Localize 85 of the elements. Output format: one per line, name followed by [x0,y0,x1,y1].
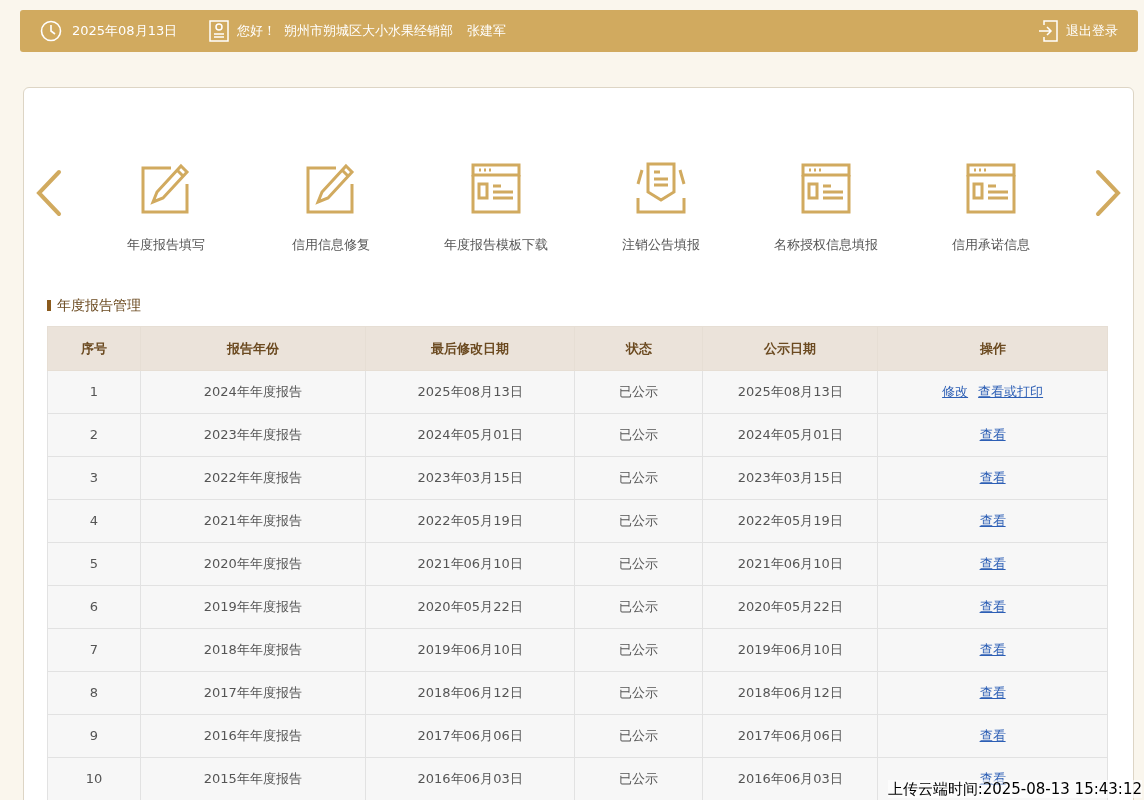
table-cell: 2024年05月01日 [702,413,878,457]
table-cell: 2023年年度报告 [140,413,366,457]
table-cell: 2023年03月15日 [702,456,878,500]
table-cell: 已公示 [575,714,703,758]
shortcut-link[interactable]: 年度报告模板下载 [444,236,549,255]
table-cell: 已公示 [575,413,703,457]
table-cell: 4 [47,499,141,543]
table-cell: 2024年05月01日 [365,413,575,457]
shortcut-link[interactable]: 年度报告填写 [127,236,206,255]
table-cell: 2022年05月19日 [702,499,878,543]
table-cell: 1 [47,370,141,414]
table-cell: 2019年年度报告 [140,585,366,629]
column-header: 状态 [575,326,703,371]
document-window-icon [965,162,1016,214]
column-header: 报告年份 [140,326,366,371]
action-link[interactable]: 查看 [979,556,1006,571]
table-cell: 已公示 [575,499,703,543]
logout-icon [1038,20,1058,42]
table-cell: 10 [47,757,141,800]
table-cell: 2020年05月22日 [702,585,878,629]
table-cell: 已公示 [575,585,703,629]
inbox-tray-icon [635,162,686,214]
column-header: 操作 [877,326,1108,371]
table-cell: 2017年06月06日 [702,714,878,758]
shortcut-link[interactable]: 信用承诺信息 [951,236,1030,255]
previous-arrow-button[interactable] [34,168,64,218]
table-cell: 2024年年度报告 [140,370,366,414]
id-card-icon [209,20,230,42]
table-cell: 5 [47,542,141,586]
table-cell: 2022年年度报告 [140,456,366,500]
date-text: 2025年08月13日 [72,22,178,41]
table-cell: 2019年06月10日 [702,628,878,672]
action-link[interactable]: 查看 [979,427,1006,442]
document-window-icon [800,162,851,214]
shortcut-link[interactable]: 注销公告填报 [621,236,700,255]
table-cell: 2023年03月15日 [365,456,575,500]
table-cell: 9 [47,714,141,758]
column-header: 公示日期 [702,326,878,371]
section-title: 年度报告管理 [57,295,141,315]
clock-icon [40,20,62,42]
table-cell: 7 [47,628,141,672]
company-name: 朔州市朔城区大小水果经销部 [284,22,454,41]
action-link[interactable]: 查看 [979,728,1006,743]
table-cell: 2025年08月13日 [702,370,878,414]
table-cell: 8 [47,671,141,715]
table-cell: 已公示 [575,628,703,672]
table-cell: 2018年年度报告 [140,628,366,672]
table-cell: 3 [47,456,141,500]
table-cell: 2017年06月06日 [365,714,575,758]
action-link[interactable]: 查看或打印 [978,384,1044,399]
table-cell: 已公示 [575,456,703,500]
table-cell: 6 [47,585,141,629]
table-cell: 2018年06月12日 [365,671,575,715]
table-cell: 2021年06月10日 [702,542,878,586]
action-link[interactable]: 查看 [979,513,1006,528]
column-header: 最后修改日期 [365,326,575,371]
action-link[interactable]: 查看 [979,470,1006,485]
edit-icon [141,162,192,214]
table-cell: 2 [47,413,141,457]
user-name: 张建军 [467,22,507,41]
table-cell: 2018年06月12日 [702,671,878,715]
action-link[interactable]: 查看 [979,599,1006,614]
shortcut-link[interactable]: 名称授权信息填报 [773,236,878,255]
table-cell: 2020年年度报告 [140,542,366,586]
action-link[interactable]: 修改 [942,384,969,399]
greeting-text: 您好！ [237,22,277,41]
table-cell: 2021年年度报告 [140,499,366,543]
document-window-icon [471,162,522,214]
section-marker [47,299,51,311]
column-header: 序号 [47,326,141,371]
table-cell: 已公示 [575,542,703,586]
table-cell: 已公示 [575,370,703,414]
shortcut-link[interactable]: 信用信息修复 [292,236,371,255]
table-cell: 2020年05月22日 [365,585,575,629]
next-arrow-button[interactable] [1093,168,1123,218]
table-cell: 2025年08月13日 [365,370,575,414]
table-cell: 2017年年度报告 [140,671,366,715]
table-cell: 2021年06月10日 [365,542,575,586]
table-cell: 已公示 [575,671,703,715]
edit-icon [306,162,357,214]
table-cell: 2022年05月19日 [365,499,575,543]
table-cell: 2019年06月10日 [365,628,575,672]
action-link[interactable]: 查看 [979,642,1006,657]
action-link[interactable]: 查看 [979,685,1006,700]
table-cell: 2016年年度报告 [140,714,366,758]
